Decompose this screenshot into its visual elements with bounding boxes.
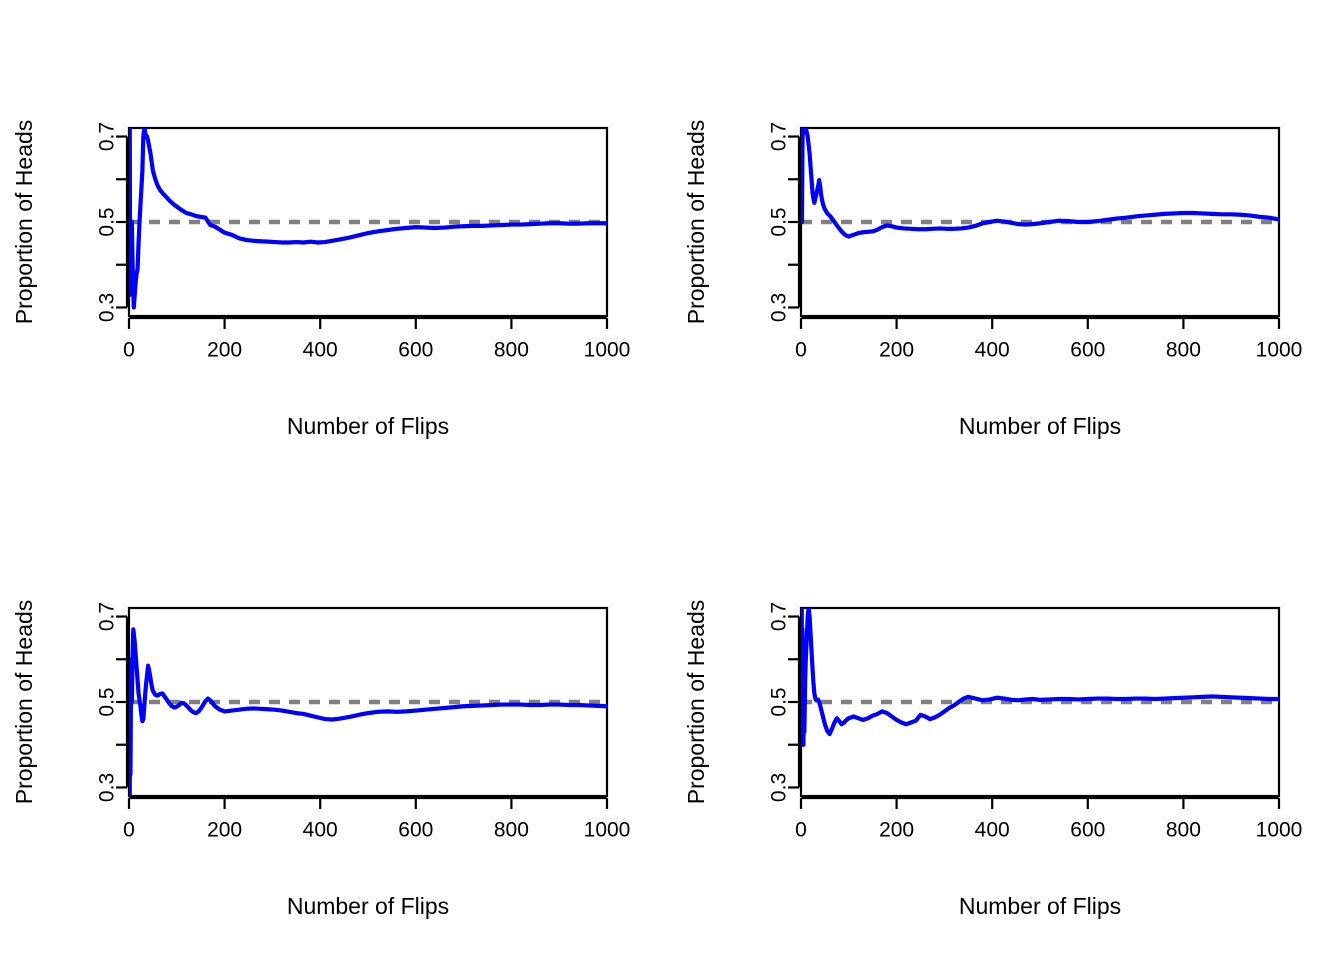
x-tick-label: 600	[398, 819, 433, 842]
x-tick-label: 1000	[1256, 819, 1303, 842]
x-tick-label: 800	[494, 339, 529, 362]
figure-grid: 0.3 0.5 0.7 0 200 400 600 800 1000 Number of Flip…	[0, 0, 1344, 960]
series-line	[129, 627, 607, 796]
x-tick-label: 200	[207, 819, 242, 842]
y-axis-title: Proportion of Heads	[11, 120, 37, 325]
y-tick-label: 0.3	[768, 773, 791, 802]
x-axis-title: Number of Flips	[959, 413, 1121, 439]
x-tick-label: 0	[123, 339, 135, 362]
x-tick-label: 1000	[584, 339, 631, 362]
x-tick-label: 400	[303, 819, 338, 842]
x-axis-title: Number of Flips	[287, 893, 449, 919]
x-tick-label: 600	[1070, 819, 1105, 842]
chart-panel: 0.3 0.5 0.7 0 200 400 600 800 1000 Number of Flip…	[0, 0, 672, 480]
y-tick-label: 0.7	[768, 122, 791, 151]
x-tick-label: 400	[975, 819, 1010, 842]
y-tick-label: 0.7	[96, 602, 119, 631]
x-tick-label: 800	[1166, 339, 1201, 362]
y-tick-label: 0.5	[96, 687, 119, 716]
y-tick-label: 0.3	[768, 293, 791, 322]
chart-panel: 0.3 0.5 0.7 0 200 400 600 800 1000 Number of Flip…	[0, 480, 672, 960]
x-tick-label: 0	[123, 819, 135, 842]
x-tick-label: 1000	[584, 819, 631, 842]
series-line	[129, 128, 607, 310]
y-tick-label: 0.7	[96, 122, 119, 151]
series-line	[801, 608, 1279, 747]
y-axis-title: Proportion of Heads	[683, 600, 709, 805]
series-line	[801, 128, 1279, 239]
chart-panel: 0.3 0.5 0.7 0 200 400 600 800 1000 Number of Flip…	[672, 480, 1344, 960]
x-tick-label: 600	[398, 339, 433, 362]
x-tick-label: 200	[879, 819, 914, 842]
x-axis-title: Number of Flips	[959, 893, 1121, 919]
y-tick-label: 0.7	[768, 602, 791, 631]
y-tick-label: 0.5	[768, 687, 791, 716]
y-tick-label: 0.5	[768, 207, 791, 236]
x-tick-label: 0	[795, 339, 807, 362]
chart-panel: 0.3 0.5 0.7 0 200 400 600 800 1000 Number of Flip…	[672, 0, 1344, 480]
x-tick-label: 800	[494, 819, 529, 842]
x-tick-label: 200	[879, 339, 914, 362]
y-axis-title: Proportion of Heads	[683, 120, 709, 325]
x-tick-label: 600	[1070, 339, 1105, 362]
x-tick-label: 400	[303, 339, 338, 362]
x-tick-label: 800	[1166, 819, 1201, 842]
y-tick-label: 0.5	[96, 207, 119, 236]
x-tick-label: 1000	[1256, 339, 1303, 362]
x-tick-label: 0	[795, 819, 807, 842]
x-tick-label: 400	[975, 339, 1010, 362]
x-axis-title: Number of Flips	[287, 413, 449, 439]
y-tick-label: 0.3	[96, 293, 119, 322]
x-tick-label: 200	[207, 339, 242, 362]
y-tick-label: 0.3	[96, 773, 119, 802]
y-axis-title: Proportion of Heads	[11, 600, 37, 805]
